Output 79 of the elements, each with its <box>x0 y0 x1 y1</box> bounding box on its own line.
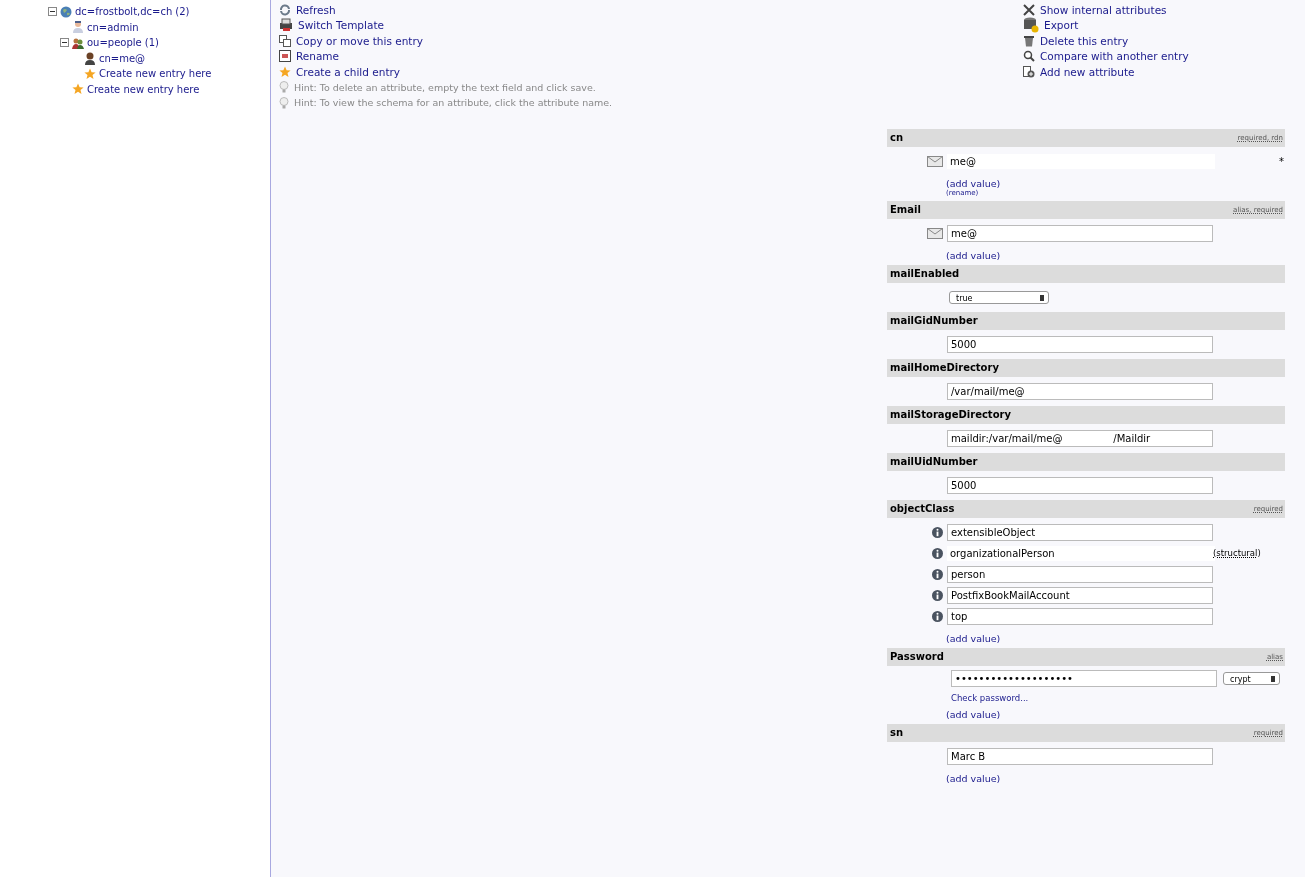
attribute-name[interactable]: sn <box>890 727 904 738</box>
attribute-name[interactable]: mailHomeDirectory <box>890 362 999 373</box>
attribute-name[interactable]: objectClass <box>890 503 955 514</box>
action-link[interactable]: Create a child entry <box>296 65 401 78</box>
check-password-link[interactable]: Check password... <box>951 692 1280 703</box>
value-field[interactable]: Marc B <box>947 747 1213 765</box>
add-value-link[interactable]: (add value) <box>946 708 1285 720</box>
envelope-icon <box>927 227 943 239</box>
value-field[interactable]: top <box>947 607 1213 625</box>
add-value-link[interactable]: (add value) <box>946 632 1285 644</box>
tree-item[interactable]: Create new entry here <box>87 83 200 95</box>
globe-icon <box>60 5 72 18</box>
tree-item[interactable]: cn=admin <box>87 21 139 33</box>
info-icon <box>932 568 943 580</box>
value-field[interactable]: extensibleObject <box>947 523 1213 541</box>
collapse-icon[interactable] <box>48 7 57 17</box>
attribute-name[interactable]: mailGidNumber <box>890 315 978 326</box>
action-link[interactable]: Add new attribute <box>1040 65 1135 78</box>
copy-icon <box>279 34 291 47</box>
rdn-marker: * <box>1279 155 1284 167</box>
info-icon <box>932 526 943 538</box>
password-field[interactable]: •••••••••••••••••••• <box>951 669 1217 687</box>
value-text: me@ <box>947 153 1215 169</box>
group-icon <box>72 36 84 49</box>
lightbulb-icon <box>279 96 289 109</box>
value-select[interactable]: true <box>949 290 1049 304</box>
add-value-link[interactable]: (add value) <box>946 177 1285 189</box>
attribute-name[interactable]: mailEnabled <box>890 268 960 279</box>
value-field[interactable]: PostfixBookMailAccount <box>947 586 1213 604</box>
add-document-icon <box>1023 65 1035 78</box>
attribute-name[interactable]: mailUidNumber <box>890 456 978 467</box>
tree-item[interactable]: Create new entry here <box>99 68 212 80</box>
tools-icon <box>1023 3 1035 16</box>
action-link[interactable]: Delete this entry <box>1040 34 1129 47</box>
star-icon <box>279 65 291 78</box>
hint-text: Hint: To view the schema for an attribute, click the attribute name. <box>294 97 613 109</box>
attribute-name[interactable]: mailStorageDirectory <box>890 409 1011 420</box>
magnifier-icon <box>1023 50 1035 63</box>
envelope-icon <box>927 155 943 167</box>
value-field[interactable]: maildir:/var/mail/me@ /Maildir <box>947 429 1213 447</box>
database-icon <box>1023 17 1039 34</box>
attribute-name[interactable]: cn <box>890 132 904 143</box>
hint-text: Hint: To delete an attribute, empty the text field and click save. <box>294 81 596 93</box>
hash-select[interactable]: crypt <box>1223 671 1280 685</box>
child-count: (1) <box>144 37 159 49</box>
printer-icon <box>279 18 293 33</box>
lightbulb-icon <box>279 81 289 94</box>
user-icon <box>72 20 84 35</box>
value-field[interactable]: 5000 <box>947 476 1213 494</box>
add-value-link[interactable]: (add value) <box>946 249 1285 261</box>
trash-icon <box>1023 34 1035 47</box>
child-count: (2) <box>175 6 190 18</box>
add-value-link[interactable]: (add value) <box>946 772 1285 784</box>
info-icon <box>932 610 943 622</box>
tree-item[interactable]: dc=frostbolt,dc=ch <box>75 6 173 18</box>
value-field[interactable]: 5000 <box>947 335 1213 353</box>
value-field[interactable]: person <box>947 565 1213 583</box>
star-icon <box>72 83 84 96</box>
collapse-icon[interactable] <box>60 38 69 48</box>
attribute-name[interactable]: Email <box>890 204 921 215</box>
action-link[interactable]: Switch Template <box>298 19 384 32</box>
info-icon <box>932 547 943 559</box>
tree-item[interactable]: ou=people <box>87 37 142 49</box>
action-link[interactable]: Show internal attributes <box>1040 3 1167 16</box>
action-link[interactable]: Copy or move this entry <box>296 34 423 47</box>
tree-item[interactable]: cn=me@ <box>99 52 146 64</box>
attribute-name[interactable]: Password <box>890 651 944 662</box>
value-field[interactable]: /var/mail/me@ <box>947 382 1213 400</box>
star-icon <box>84 67 96 80</box>
refresh-icon <box>279 3 291 16</box>
action-link[interactable]: Rename <box>296 50 340 63</box>
value-field[interactable]: me@ <box>947 224 1213 242</box>
action-link[interactable]: Refresh <box>296 3 336 16</box>
structural-note: (structural) <box>1213 548 1261 558</box>
action-link[interactable]: Compare with another entry <box>1040 50 1189 63</box>
info-icon <box>932 589 943 601</box>
rename-icon <box>279 50 291 63</box>
person-icon <box>84 51 96 66</box>
action-link[interactable]: Export <box>1044 19 1079 32</box>
